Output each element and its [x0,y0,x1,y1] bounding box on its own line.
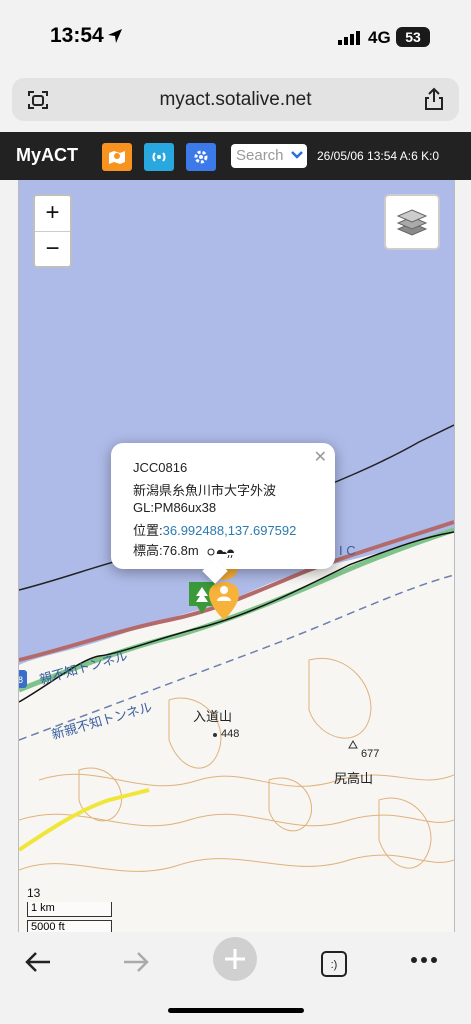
forward-arrow-icon[interactable] [122,950,150,974]
plus-icon [225,949,245,969]
network-type: 4G [368,28,391,47]
search-placeholder: Search [236,147,284,164]
svg-text::): :) [331,959,338,971]
popup-grid-locator: GL:PM86ux38 [133,500,217,515]
mountain-label-2: 尻高山 [334,771,374,786]
scale-km: 1 km [27,902,112,917]
zoom-out-button[interactable]: − [35,232,70,267]
popup-elevation-text: 標高:76.8m [133,543,199,558]
tabs-icon[interactable]: :) [320,950,348,978]
url-text: myact.sotalive.net [159,89,312,110]
gear-icon [194,150,208,164]
settings-button[interactable] [186,143,216,171]
zoom-level: 13 [27,886,41,900]
chevron-down-icon [291,151,303,159]
app-toolbar: MyACT Search 26/05/06 13:54 A:6 K:0 [0,132,471,180]
mountain-label: 入道山 [193,709,233,724]
home-indicator [168,1008,304,1013]
more-icon[interactable] [410,956,438,964]
layers-button[interactable] [384,194,440,250]
map-pin-icon [109,151,125,164]
route-shield-label: 8 [18,675,24,685]
popup-position-link[interactable]: 36.992488,137.697592 [163,523,297,538]
status-info: 26/05/06 13:54 A:6 K:0 [317,149,440,163]
zoom-control: + − [33,194,72,268]
popup-address: 新潟県糸魚川市大字外波 [133,483,277,498]
scale-ft: 5000 ft [27,920,112,932]
spot-button[interactable] [144,143,174,171]
popup-ref: JCC0816 [133,460,188,475]
share-icon[interactable] [423,87,445,111]
back-arrow-icon[interactable] [24,950,52,974]
elevation-label: 448 [221,728,240,740]
address-bar[interactable]: myact.sotalive.net [12,78,459,121]
battery-icon: 53 [396,27,430,47]
weather-icon [207,548,235,558]
zoom-in-button[interactable]: + [35,196,70,232]
app-brand: MyACT [16,145,78,165]
popup-close-button[interactable]: ✕ [314,447,327,467]
popup-position: 位置:36.992488,137.697592 [133,520,296,539]
search-select[interactable]: Search [231,144,307,168]
layers-icon [396,209,428,236]
signal-icon [338,31,360,45]
elevation-label-2: 677 [361,748,380,760]
map-view[interactable]: 親不知トンネル 新親不知トンネル I C 8 入道山 448 尻高山 677 +… [18,180,455,932]
clock: 13:54 [50,24,104,47]
location-popup: ✕ JCC0816 新潟県糸魚川市大字外波 GL:PM86ux38 位置:36.… [111,443,335,584]
map-button[interactable] [102,143,132,171]
ic-label: I C [339,543,356,558]
popup-elevation: 標高:76.8m [133,540,236,559]
status-bar: 13:54 4G 53 [0,0,471,78]
location-arrow-icon [108,29,122,43]
antenna-icon [152,152,166,162]
popup-position-label: 位置: [133,523,163,538]
new-tab-button[interactable] [213,937,257,981]
